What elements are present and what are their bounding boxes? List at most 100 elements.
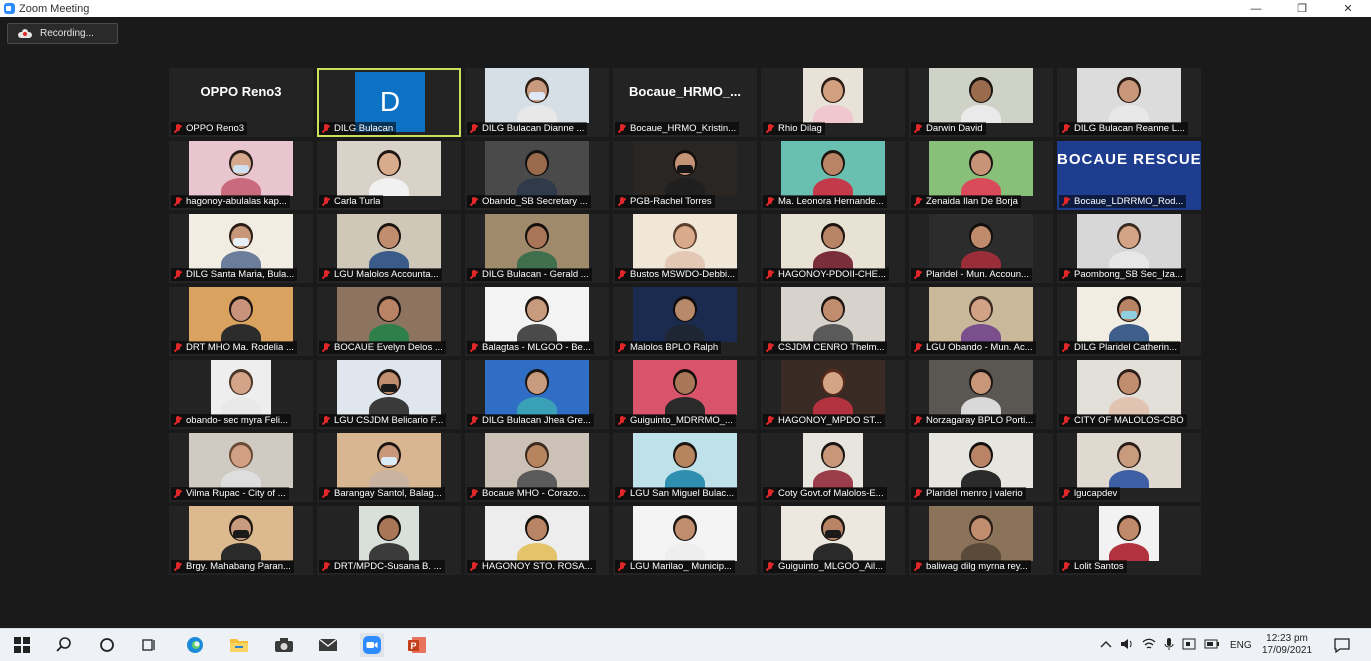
participant-tile[interactable]: obando- sec myra Feli...: [169, 360, 313, 429]
participant-tile[interactable]: lgucapdev: [1057, 433, 1201, 502]
notification-center-icon[interactable]: [1330, 633, 1354, 657]
participant-video: [189, 287, 293, 342]
participant-video: [485, 433, 589, 488]
participant-tile[interactable]: OPPO Reno3 OPPO Reno3: [169, 68, 313, 137]
participant-tile[interactable]: LGU Obando - Mun. Ac...: [909, 287, 1053, 356]
participant-tile[interactable]: D DILG Bulacan: [317, 68, 461, 137]
participant-tile[interactable]: Malolos BPLO Ralph: [613, 287, 757, 356]
participant-face: [971, 153, 991, 175]
participant-tile[interactable]: DILG Plaridel Catherin...: [1057, 287, 1201, 356]
file-explorer-icon[interactable]: [227, 633, 251, 657]
network-icon[interactable]: [1142, 638, 1156, 653]
participant-body: [961, 251, 1001, 269]
participant-tile[interactable]: LGU Marilao_ Municip...: [613, 506, 757, 575]
participant-tile[interactable]: DILG Bulacan Dianne ...: [465, 68, 609, 137]
maximize-button[interactable]: ❐: [1279, 0, 1325, 17]
participant-name: CSJDM CENRO Thelm...: [778, 342, 885, 353]
participant-name: DILG Santa Maria, Bula...: [186, 269, 295, 280]
face-mask: [233, 238, 249, 246]
participant-tile[interactable]: Barangay Santol, Balag...: [317, 433, 461, 502]
participant-nameplate: Bocaue_LDRRMO_Rod...: [1059, 195, 1187, 208]
participant-tile[interactable]: Guiguinto_MDRRMO_...: [613, 360, 757, 429]
recording-label: Recording...: [40, 28, 94, 39]
windows-start-icon[interactable]: [10, 633, 34, 657]
participant-tile[interactable]: baliwag dilg myrna rey...: [909, 506, 1053, 575]
participant-tile[interactable]: DILG Santa Maria, Bula...: [169, 214, 313, 283]
participant-body: [1109, 470, 1149, 488]
participant-tile[interactable]: Bocaue_HRMO_... Bocaue_HRMO_Kristin...: [613, 68, 757, 137]
recording-indicator[interactable]: Recording...: [7, 23, 118, 44]
participant-tile[interactable]: LGU San Miguel Bulac...: [613, 433, 757, 502]
participant-name: LGU Malolos Accounta...: [334, 269, 439, 280]
participant-tile[interactable]: DILG Bulacan Jhea Gre...: [465, 360, 609, 429]
participant-tile[interactable]: Plaridel - Mun. Accoun...: [909, 214, 1053, 283]
participant-name: Balagtas - MLGOO - Be...: [482, 342, 591, 353]
camera-app-icon[interactable]: [272, 633, 296, 657]
participant-tile[interactable]: HAGONOY_MPDO ST...: [761, 360, 905, 429]
close-button[interactable]: ✕: [1325, 0, 1371, 17]
mail-icon[interactable]: [316, 633, 340, 657]
taskbar-clock[interactable]: 12:23 pm 17/09/2021: [1252, 633, 1322, 657]
participant-tile[interactable]: CITY OF MALOLOS-CBO: [1057, 360, 1201, 429]
participant-tile[interactable]: DRT/MPDC-Susana B. ...: [317, 506, 461, 575]
zoom-app-icon[interactable]: [360, 633, 384, 657]
meet-now-icon[interactable]: [1182, 638, 1196, 653]
participant-body: [517, 178, 557, 196]
edge-browser-icon[interactable]: [183, 633, 207, 657]
participant-tile[interactable]: HAGONOY STO. ROSA...: [465, 506, 609, 575]
participant-tile[interactable]: BOCAUE RESCUE Bocaue_LDRRMO_Rod...: [1057, 141, 1201, 210]
participant-tile[interactable]: DRT MHO Ma. Rodelia ...: [169, 287, 313, 356]
participant-tile[interactable]: Plaridel menro j valerio: [909, 433, 1053, 502]
minimize-button[interactable]: —: [1233, 0, 1279, 17]
participant-nameplate: hagonoy-abulalas kap...: [171, 195, 290, 208]
participant-tile[interactable]: Lolit Santos: [1057, 506, 1201, 575]
participant-tile[interactable]: hagonoy-abulalas kap...: [169, 141, 313, 210]
participant-tile[interactable]: Bustos MSWDO-Debbi...: [613, 214, 757, 283]
chevron-up-icon[interactable]: [1100, 640, 1112, 651]
microphone-icon[interactable]: [1164, 637, 1174, 654]
participant-tile[interactable]: Paombong_SB Sec_Iza...: [1057, 214, 1201, 283]
participant-nameplate: Lolit Santos: [1059, 560, 1127, 573]
participant-tile[interactable]: Guiguinto_MLGOO_Ail...: [761, 506, 905, 575]
participant-tile[interactable]: Darwin David: [909, 68, 1053, 137]
participant-face: [379, 518, 399, 540]
muted-mic-icon: [1062, 342, 1070, 353]
participant-tile[interactable]: Carla Turla: [317, 141, 461, 210]
participant-tile[interactable]: CSJDM CENRO Thelm...: [761, 287, 905, 356]
participant-tile[interactable]: LGU CSJDM Belicario F...: [317, 360, 461, 429]
task-view-icon[interactable]: [137, 633, 161, 657]
participant-tile[interactable]: Bocaue MHO - Corazo...: [465, 433, 609, 502]
participant-tile[interactable]: Brgy. Mahabang Paran...: [169, 506, 313, 575]
participant-nameplate: Malolos BPLO Ralph: [615, 341, 722, 354]
participant-tile[interactable]: HAGONOY-PDOII-CHE...: [761, 214, 905, 283]
participant-tile[interactable]: Ma. Leonora Hernande...: [761, 141, 905, 210]
participant-tile[interactable]: Zenaida Ilan De Borja: [909, 141, 1053, 210]
battery-icon[interactable]: [1204, 639, 1220, 652]
participant-face: [675, 299, 695, 321]
participant-tile[interactable]: DILG Bulacan - Gerald ...: [465, 214, 609, 283]
participant-nameplate: DRT/MPDC-Susana B. ...: [319, 560, 445, 573]
participant-tile[interactable]: BOCAUE Evelyn Delos ...: [317, 287, 461, 356]
face-mask: [825, 530, 841, 538]
windows-taskbar: P ENG 12:23 pm 17/09/2021: [0, 628, 1371, 661]
participant-tile[interactable]: LGU Malolos Accounta...: [317, 214, 461, 283]
muted-mic-icon: [470, 415, 478, 426]
participant-tile[interactable]: DILG Bulacan Reanne L...: [1057, 68, 1201, 137]
participant-video: [929, 506, 1033, 561]
participant-tile[interactable]: Coty Govt.of Malolos-E...: [761, 433, 905, 502]
input-language[interactable]: ENG: [1230, 640, 1252, 651]
powerpoint-icon[interactable]: P: [405, 633, 429, 657]
participant-tile[interactable]: Rhio Dilag: [761, 68, 905, 137]
muted-mic-icon: [470, 342, 478, 353]
participant-tile[interactable]: Obando_SB Secretary ...: [465, 141, 609, 210]
participant-body: [961, 105, 1001, 123]
participant-face: [1119, 80, 1139, 102]
participant-tile[interactable]: PGB-Rachel Torres: [613, 141, 757, 210]
volume-icon[interactable]: [1120, 638, 1134, 653]
cortana-icon[interactable]: [95, 633, 119, 657]
participant-tile[interactable]: Vilma Rupac - City of ...: [169, 433, 313, 502]
participant-body: [221, 251, 261, 269]
participant-tile[interactable]: Norzagaray BPLO Porti...: [909, 360, 1053, 429]
search-icon[interactable]: [52, 633, 76, 657]
participant-tile[interactable]: Balagtas - MLGOO - Be...: [465, 287, 609, 356]
